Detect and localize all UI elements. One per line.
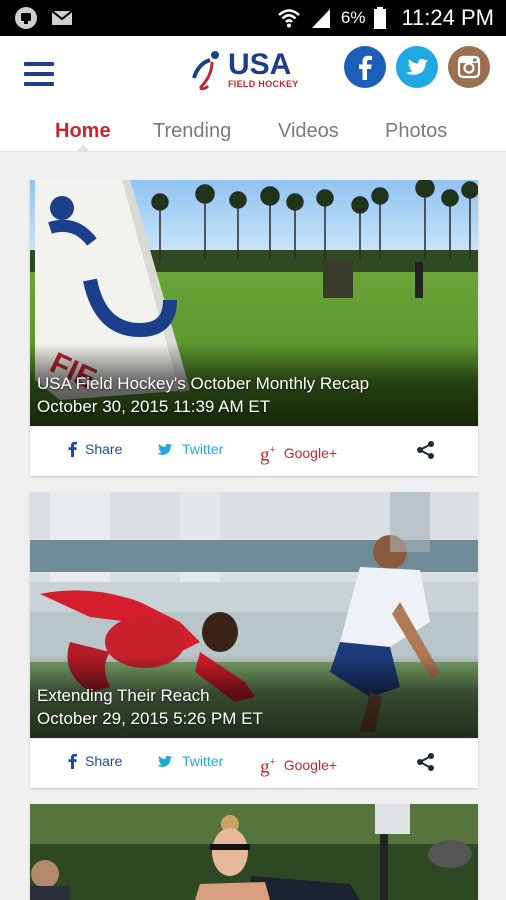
article-image[interactable]: Extending Their Reach October 29, 2015 5… bbox=[30, 492, 478, 738]
google-plus-label: Google+ bbox=[283, 756, 338, 773]
logo-subtitle: FIELD HOCKEY bbox=[228, 79, 299, 89]
tab-bar: Home Trending Videos Photos bbox=[0, 116, 506, 152]
instagram-icon bbox=[457, 55, 481, 79]
wifi-icon bbox=[278, 9, 300, 28]
twitter-icon bbox=[156, 755, 173, 767]
article-image[interactable] bbox=[30, 804, 478, 900]
article-actions: Share Twitter g+ Google+ bbox=[30, 738, 478, 788]
share-label: Share bbox=[85, 441, 123, 457]
status-time: 11:24 PM bbox=[401, 5, 494, 30]
article-caption: Extending Their Reach October 29, 2015 5… bbox=[30, 655, 478, 738]
article-title: Extending Their Reach bbox=[37, 686, 210, 705]
status-bar: 6% 11:24 PM bbox=[0, 0, 506, 36]
signal-icon bbox=[311, 9, 330, 28]
more-share-button[interactable] bbox=[416, 440, 436, 460]
twitter-label: Twitter bbox=[182, 441, 224, 457]
facebook-icon bbox=[68, 753, 77, 769]
facebook-icon bbox=[359, 55, 372, 80]
app-header: USA FIELD HOCKEY Home Trending Videos Ph… bbox=[0, 36, 506, 152]
tab-videos[interactable]: Videos bbox=[278, 120, 339, 143]
article-date: October 29, 2015 5:26 PM ET bbox=[37, 709, 263, 728]
article-image[interactable]: FIE USA Field Hockey's October Monthly R… bbox=[30, 180, 478, 426]
twitter-label: Twitter bbox=[182, 753, 224, 769]
google-plus-share-button[interactable]: g+ Google+ bbox=[260, 753, 337, 776]
battery-icon bbox=[374, 7, 387, 29]
hockey-player-logo-icon bbox=[192, 51, 219, 91]
twitter-share-button[interactable]: Twitter bbox=[156, 441, 223, 457]
google-plus-share-button[interactable]: g+ Google+ bbox=[260, 441, 337, 464]
tab-trending[interactable]: Trending bbox=[153, 120, 231, 143]
tab-photos[interactable]: Photos bbox=[385, 120, 447, 143]
twitter-icon bbox=[156, 443, 173, 455]
article-caption: USA Field Hockey's October Monthly Recap… bbox=[30, 343, 478, 426]
usa-field-hockey-logo: USA FIELD HOCKEY bbox=[190, 48, 316, 92]
tab-home[interactable]: Home bbox=[55, 120, 111, 143]
hamburger-icon[interactable] bbox=[24, 62, 56, 88]
facebook-icon bbox=[68, 441, 77, 457]
google-plus-label: Google+ bbox=[283, 444, 338, 461]
facebook-share-button[interactable]: Share bbox=[68, 441, 122, 457]
article-title: USA Field Hockey's October Monthly Recap bbox=[37, 374, 370, 393]
active-tab-caret bbox=[76, 144, 90, 152]
article-card bbox=[30, 804, 478, 900]
article-date: October 30, 2015 11:39 AM ET bbox=[37, 397, 271, 416]
mail-icon bbox=[51, 10, 73, 25]
notification-icon bbox=[15, 7, 37, 29]
article-card: FIE USA Field Hockey's October Monthly R… bbox=[30, 180, 478, 476]
share-label: Share bbox=[85, 753, 123, 769]
article-card: Extending Their Reach October 29, 2015 5… bbox=[30, 492, 478, 788]
facebook-share-button[interactable]: Share bbox=[68, 753, 122, 769]
logo-word: USA bbox=[228, 48, 292, 81]
more-share-button[interactable] bbox=[416, 752, 436, 772]
google-plus-icon: g+ bbox=[260, 444, 276, 466]
facebook-button[interactable] bbox=[344, 46, 386, 88]
player-portrait-photo bbox=[30, 804, 478, 900]
twitter-icon bbox=[405, 58, 429, 75]
article-actions: Share Twitter g+ Google+ bbox=[30, 426, 478, 476]
twitter-share-button[interactable]: Twitter bbox=[156, 753, 223, 769]
battery-percent: 6% bbox=[340, 8, 366, 27]
twitter-button[interactable] bbox=[396, 46, 438, 88]
instagram-button[interactable] bbox=[448, 46, 490, 88]
share-icon bbox=[417, 441, 434, 459]
share-icon bbox=[417, 753, 434, 771]
google-plus-icon: g+ bbox=[260, 756, 276, 778]
